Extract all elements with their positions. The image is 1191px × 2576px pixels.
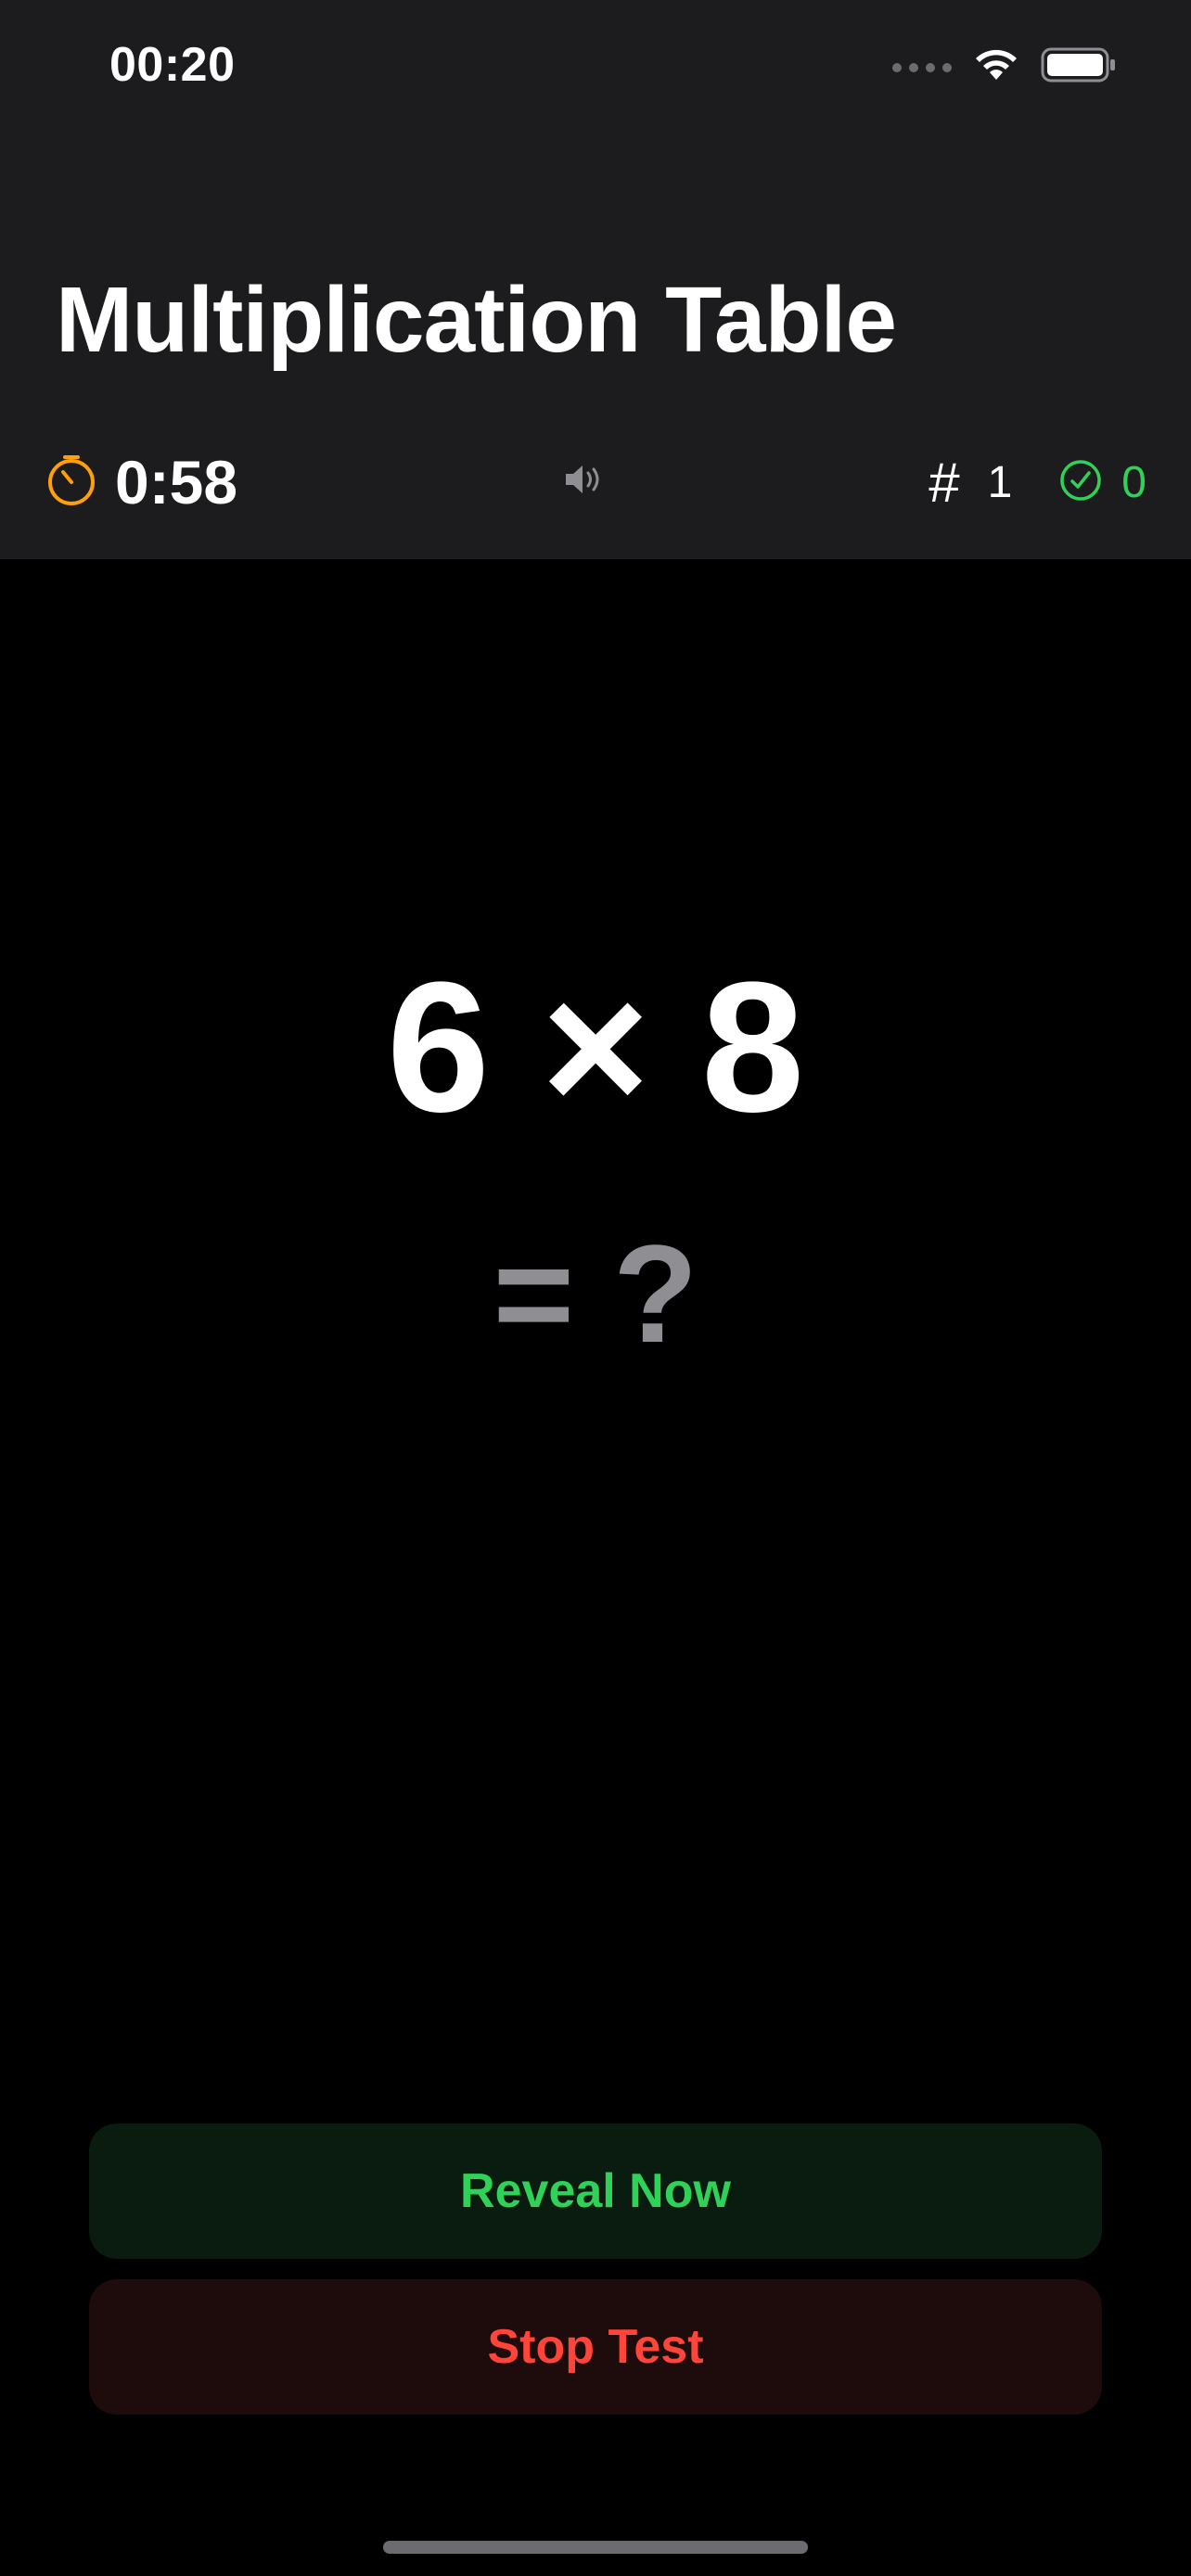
- status-icons: [892, 46, 1117, 88]
- speaker-icon: [562, 461, 605, 503]
- timer-group: 0:58: [45, 436, 237, 529]
- page-title: Multiplication Table: [56, 268, 897, 372]
- cellular-signal-icon: [892, 62, 952, 72]
- stopwatch-icon: [45, 453, 98, 512]
- question-number: 1: [987, 457, 1013, 507]
- sound-toggle-button[interactable]: [560, 458, 607, 504]
- reveal-now-button[interactable]: Reveal Now: [89, 2123, 1102, 2259]
- stop-test-button[interactable]: Stop Test: [89, 2279, 1102, 2415]
- problem-expression: 6 × 8: [386, 944, 805, 1151]
- answer-placeholder: = ?: [493, 1216, 698, 1371]
- status-time: 00:20: [109, 38, 236, 92]
- battery-icon: [1041, 46, 1117, 88]
- home-indicator[interactable]: [383, 2541, 808, 2554]
- header: 00:20 Multiplication Table 0:58 # 1 0: [0, 0, 1191, 559]
- checkmark-circle-icon: [1058, 458, 1103, 507]
- quiz-toolbar: 0:58 # 1 0: [0, 436, 1191, 529]
- correct-count: 0: [1121, 457, 1146, 507]
- question-number-icon: #: [928, 451, 960, 514]
- countdown-timer: 0:58: [115, 448, 238, 516]
- counter-group: # 1 0: [928, 436, 1146, 529]
- wifi-icon: [972, 46, 1020, 88]
